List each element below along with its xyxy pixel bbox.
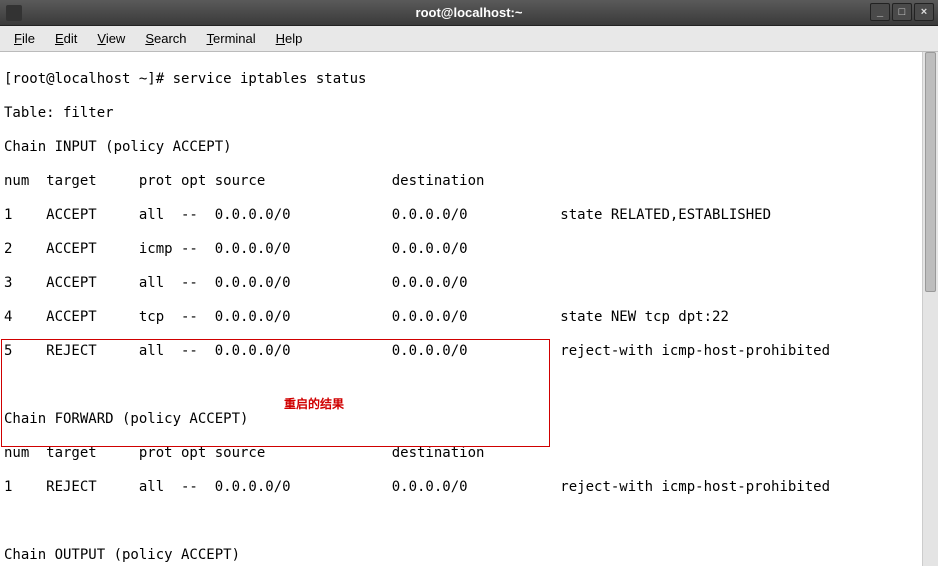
terminal-output[interactable]: [root@localhost ~]# service iptables sta… [0,52,922,566]
output-line: Chain FORWARD (policy ACCEPT) [4,411,918,428]
output-line: num target prot opt source destination [4,173,918,190]
output-line [4,377,918,394]
minimize-button[interactable]: _ [870,3,890,21]
table-row: 3 ACCEPT all -- 0.0.0.0/0 0.0.0.0/0 [4,275,918,292]
menu-help[interactable]: Help [268,29,311,48]
table-row: 2 ACCEPT icmp -- 0.0.0.0/0 0.0.0.0/0 [4,241,918,258]
terminal-app-icon [6,5,22,21]
window-controls: _ □ × [870,3,934,21]
window-title: root@localhost:~ [416,5,523,20]
table-row: 1 REJECT all -- 0.0.0.0/0 0.0.0.0/0 reje… [4,479,918,496]
scrollbar-thumb[interactable] [925,52,936,292]
maximize-button[interactable]: □ [892,3,912,21]
prompt-line: [root@localhost ~]# service iptables sta… [4,71,918,88]
titlebar: root@localhost:~ _ □ × [0,0,938,26]
menu-search[interactable]: Search [137,29,194,48]
annotation-label: 重启的结果 [284,396,344,413]
close-button[interactable]: × [914,3,934,21]
table-row: 4 ACCEPT tcp -- 0.0.0.0/0 0.0.0.0/0 stat… [4,309,918,326]
output-line [4,513,918,530]
output-line: num target prot opt source destination [4,445,918,462]
output-line: Chain OUTPUT (policy ACCEPT) [4,547,918,564]
vertical-scrollbar[interactable] [922,52,938,566]
output-line: Chain INPUT (policy ACCEPT) [4,139,918,156]
menu-terminal[interactable]: Terminal [199,29,264,48]
menu-view[interactable]: View [89,29,133,48]
table-row: 5 REJECT all -- 0.0.0.0/0 0.0.0.0/0 reje… [4,343,918,360]
table-row: 1 ACCEPT all -- 0.0.0.0/0 0.0.0.0/0 stat… [4,207,918,224]
menubar: File Edit View Search Terminal Help [0,26,938,52]
output-line: Table: filter [4,105,918,122]
menu-edit[interactable]: Edit [47,29,85,48]
terminal-container: [root@localhost ~]# service iptables sta… [0,52,938,566]
menu-file[interactable]: File [6,29,43,48]
